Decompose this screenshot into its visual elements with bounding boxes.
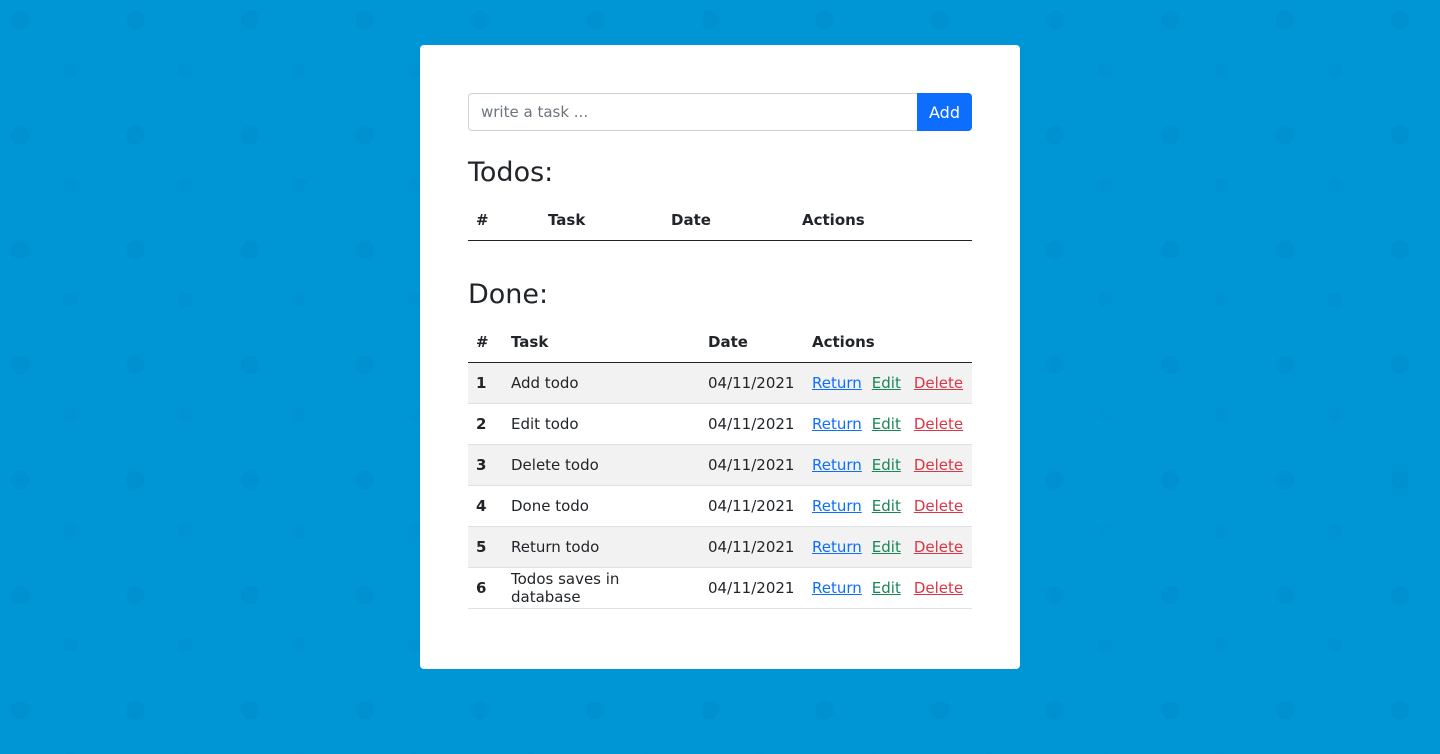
task-text: Edit todo [503, 403, 700, 445]
task-date: 04/11/2021 [700, 526, 804, 568]
delete-link[interactable]: Delete [914, 579, 963, 597]
delete-link[interactable]: Delete [914, 497, 963, 515]
delete-link[interactable]: Delete [914, 374, 963, 392]
return-link[interactable]: Return [812, 456, 862, 474]
task-date: 04/11/2021 [700, 362, 804, 404]
row-actions: Return Edit Delete [804, 444, 972, 486]
row-number: 6 [468, 567, 503, 609]
edit-link[interactable]: Edit [872, 456, 901, 474]
table-row: 1 Add todo 04/11/2021 Return Edit Delete [468, 362, 972, 404]
task-text: Todos saves in database [503, 567, 700, 609]
row-actions: Return Edit Delete [804, 567, 972, 609]
col-task: Task [540, 200, 663, 241]
task-date: 04/11/2021 [700, 444, 804, 486]
row-number: 1 [468, 362, 503, 404]
todos-table: # Task Date Actions [468, 200, 972, 241]
row-number: 5 [468, 526, 503, 568]
return-link[interactable]: Return [812, 538, 862, 556]
done-title: Done: [468, 279, 549, 310]
todo-card: Add Todos: # Task Date Actions Done: # T… [420, 45, 1020, 669]
table-row: 4 Done todo 04/11/2021 Return Edit Delete [468, 485, 972, 527]
delete-link[interactable]: Delete [914, 538, 963, 556]
task-date: 04/11/2021 [700, 403, 804, 445]
delete-link[interactable]: Delete [914, 415, 963, 433]
edit-link[interactable]: Edit [872, 538, 901, 556]
table-row: 3 Delete todo 04/11/2021 Return Edit Delet… [468, 444, 972, 486]
row-actions: Return Edit Delete [804, 526, 972, 568]
add-task-form: Add [468, 93, 972, 131]
done-table: # Task Date Actions 1 Add todo 04/11/202… [468, 322, 972, 609]
task-text: Done todo [503, 485, 700, 527]
table-row: 2 Edit todo 04/11/2021 Return Edit Delete [468, 403, 972, 445]
task-input[interactable] [468, 93, 917, 131]
edit-link[interactable]: Edit [872, 415, 901, 433]
return-link[interactable]: Return [812, 579, 862, 597]
row-number: 4 [468, 485, 503, 527]
col-actions: Actions [804, 322, 972, 363]
todos-title: Todos: [468, 157, 554, 188]
return-link[interactable]: Return [812, 415, 862, 433]
table-row: 5 Return todo 04/11/2021 Return Edit Delet… [468, 526, 972, 568]
edit-link[interactable]: Edit [872, 579, 901, 597]
row-number: 2 [468, 403, 503, 445]
col-task: Task [503, 322, 700, 363]
col-date: Date [663, 200, 794, 241]
task-text: Add todo [503, 362, 700, 404]
todos-header-row: # Task Date Actions [468, 200, 972, 241]
task-date: 04/11/2021 [700, 485, 804, 527]
task-date: 04/11/2021 [700, 567, 804, 609]
return-link[interactable]: Return [812, 374, 862, 392]
row-actions: Return Edit Delete [804, 485, 972, 527]
col-num: # [468, 200, 540, 241]
row-actions: Return Edit Delete [804, 362, 972, 404]
task-text: Delete todo [503, 444, 700, 486]
return-link[interactable]: Return [812, 497, 862, 515]
row-number: 3 [468, 444, 503, 486]
delete-link[interactable]: Delete [914, 456, 963, 474]
task-text: Return todo [503, 526, 700, 568]
add-button[interactable]: Add [917, 93, 972, 131]
done-header-row: # Task Date Actions [468, 322, 972, 363]
col-num: # [468, 322, 503, 363]
col-actions: Actions [794, 200, 972, 241]
col-date: Date [700, 322, 804, 363]
table-row: 6 Todos saves in database 04/11/2021 Ret… [468, 567, 972, 609]
edit-link[interactable]: Edit [872, 374, 901, 392]
edit-link[interactable]: Edit [872, 497, 901, 515]
row-actions: Return Edit Delete [804, 403, 972, 445]
